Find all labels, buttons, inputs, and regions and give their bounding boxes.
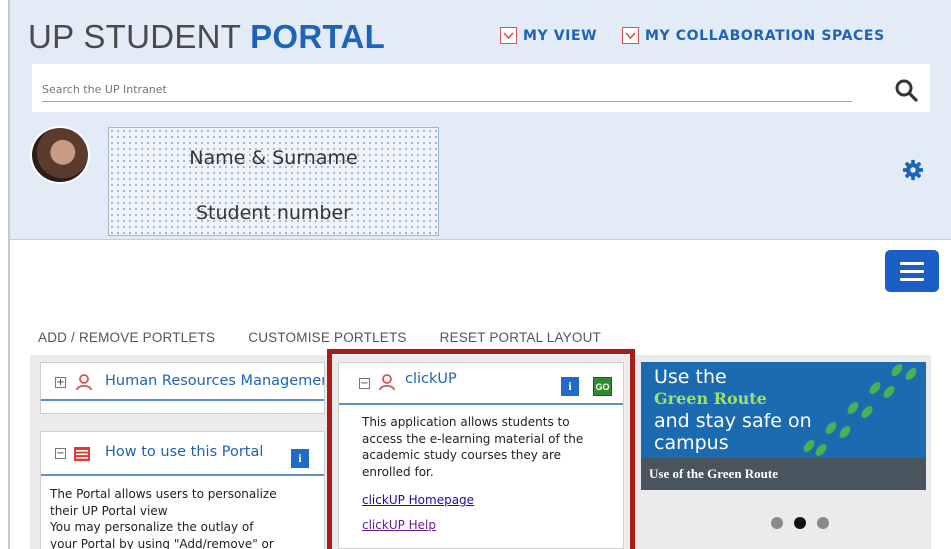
avatar[interactable]	[30, 126, 90, 184]
banner-caption[interactable]: Use of the Green Route	[641, 458, 926, 490]
my-collaboration-spaces-menu[interactable]: MY COLLABORATION SPACES	[622, 27, 885, 44]
portlet-description: The Portal allows users to personalize t…	[50, 486, 277, 549]
my-view-menu[interactable]: MY VIEW	[500, 27, 597, 44]
banner-text: Use the Green Route and stay safe on cam…	[654, 366, 812, 454]
hamburger-menu-icon[interactable]	[885, 250, 939, 292]
portal-title-prefix: UP STUDENT	[28, 18, 251, 55]
portal-title[interactable]: UP STUDENT PORTAL	[28, 18, 385, 56]
my-view-label: MY VIEW	[523, 27, 598, 44]
portlet-title[interactable]: How to use this Portal	[105, 444, 263, 460]
highlight-box	[327, 349, 635, 549]
add-remove-portlets-link[interactable]: ADD / REMOVE PORTLETS	[38, 330, 215, 345]
description-line: your Portal by using "Add/remove" or	[50, 536, 274, 549]
banner-line: campus	[654, 432, 729, 454]
portlet-actions: ADD / REMOVE PORTLETS CUSTOMISE PORTLETS…	[38, 330, 634, 345]
banner-line: and stay safe on	[654, 410, 812, 432]
description-line: The Portal allows users to personalize	[50, 487, 277, 501]
search-bar	[32, 64, 930, 112]
portlet-header: − How to use this Portal i	[41, 432, 324, 476]
gear-icon[interactable]	[902, 159, 924, 181]
reset-portal-layout-link[interactable]: RESET PORTAL LAYOUT	[440, 330, 601, 345]
portlet-header: + Human Resources Management	[41, 363, 324, 401]
chevron-down-icon	[500, 27, 517, 44]
portlet-how-to-use: − How to use this Portal i The Portal al…	[40, 431, 325, 549]
list-icon	[74, 447, 90, 461]
carousel-dot-2[interactable]	[794, 517, 806, 529]
user-name: Name & Surname	[189, 147, 358, 169]
search-icon[interactable]	[894, 78, 918, 102]
portal-title-bold: PORTAL	[250, 18, 386, 55]
carousel-dots	[771, 517, 829, 529]
banner-line: Use the	[654, 366, 727, 388]
portlet-title[interactable]: Human Resources Management	[105, 373, 324, 389]
person-icon	[76, 374, 92, 391]
description-line: their UP Portal view	[50, 503, 168, 518]
my-collaboration-spaces-label: MY COLLABORATION SPACES	[645, 27, 885, 44]
info-icon[interactable]: i	[291, 449, 309, 468]
customise-portlets-link[interactable]: CUSTOMISE PORTLETS	[248, 330, 406, 345]
carousel-dot-1[interactable]	[771, 517, 783, 529]
user-info-box: Name & Surname Student number	[108, 127, 439, 236]
footprints-icon	[803, 364, 917, 456]
collapse-toggle-icon[interactable]: −	[55, 448, 66, 459]
chevron-down-icon	[622, 27, 639, 44]
student-number: Student number	[196, 202, 351, 224]
banner-highlight: Green Route	[654, 389, 767, 408]
search-input[interactable]	[42, 78, 852, 102]
portlet-human-resources: + Human Resources Management	[40, 362, 325, 414]
carousel-dot-3[interactable]	[817, 517, 829, 529]
description-line: You may personalize the outlay of	[50, 520, 254, 534]
expand-toggle-icon[interactable]: +	[55, 377, 66, 388]
